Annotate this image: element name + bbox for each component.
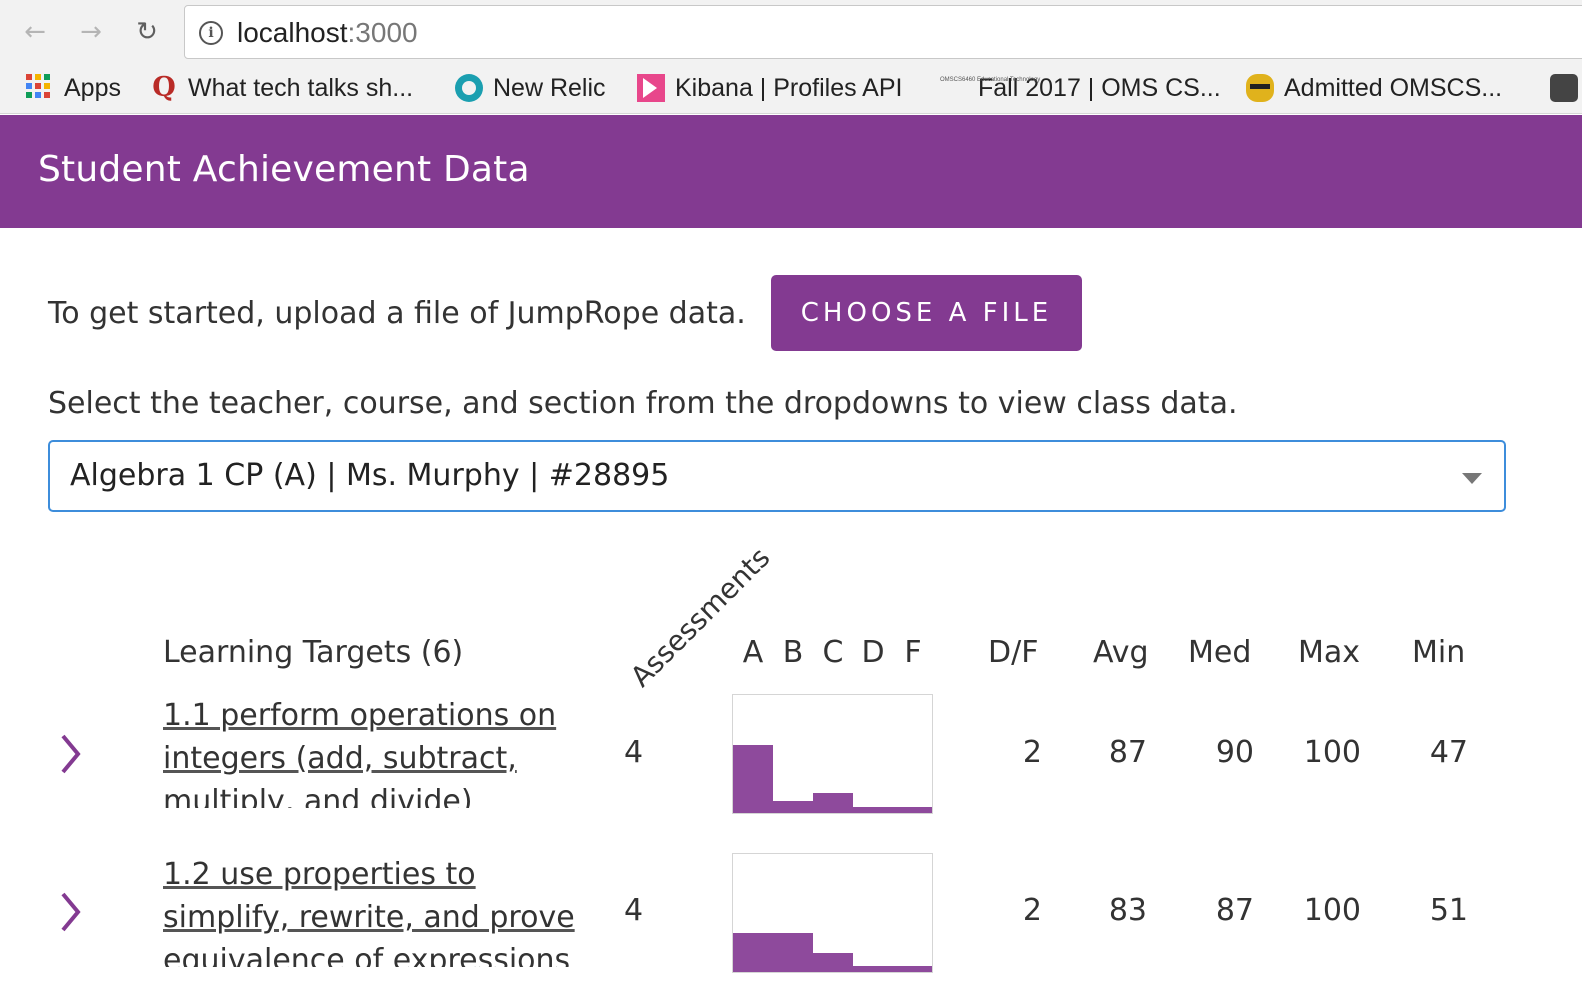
omscs-icon: OMSCS6460 Educational Technology [940,77,1041,83]
assessments-header: Assessments [624,540,777,694]
bookmark-label: New Relic [493,73,606,102]
min-score: 51 [1429,893,1468,928]
median-score: 90 [1215,735,1254,770]
bookmark-label: Admitted OMSCS... [1284,73,1503,102]
df-count: 2 [1022,893,1042,928]
df-count: 2 [1022,735,1042,770]
grade-c-header: C [822,635,844,670]
avg-score: 83 [1108,893,1147,928]
histogram-bar-f [893,966,932,972]
min-score: 47 [1429,735,1468,770]
grade-b-header: B [782,635,804,670]
df-header: D/F [988,635,1039,670]
median-score: 87 [1215,893,1254,928]
learning-targets-header: Learning Targets (6) [163,635,464,670]
learning-target-link[interactable]: 1.1 perform operations on integers (add,… [163,694,603,808]
section-select-value: Algebra 1 CP (A) | Ms. Murphy | #28895 [70,458,670,493]
grade-a-header: A [742,635,764,670]
histogram-bar-b [773,801,813,813]
back-arrow-icon[interactable]: ← [18,14,52,50]
select-instructions: Select the teacher, course, and section … [48,386,1238,421]
chevron-down-icon [1462,473,1482,484]
grade-histogram [732,694,933,814]
assessment-count: 4 [624,735,644,770]
min-header: Min [1412,635,1466,670]
learning-target-link[interactable]: 1.2 use properties to simplify, rewrite,… [163,853,603,967]
bookmark-label: Apps [64,73,121,102]
app-header: Student Achievement Data [0,115,1582,228]
apps-grid-icon [26,74,54,102]
expand-chevron-icon[interactable] [58,890,84,934]
histogram-bar-c [813,793,853,813]
upload-instructions: To get started, upload a file of JumpRop… [48,296,746,331]
histogram-bar-d [853,966,893,972]
grade-f-header: F [904,635,922,670]
max-score: 100 [1303,735,1361,770]
grade-histogram [732,853,933,973]
expand-chevron-icon[interactable] [58,732,84,776]
address-bar[interactable]: i localhost:3000 [184,5,1582,59]
avg-score: 87 [1108,735,1147,770]
assessment-count: 4 [624,893,644,928]
url-text[interactable]: localhost:3000 [237,17,418,49]
new-relic-icon [455,74,483,102]
bookmark-admitted-omscs[interactable]: Admitted OMSCS... [1246,70,1502,106]
avg-header: Avg [1093,635,1149,670]
browser-chrome: ← → ↻ i localhost:3000 Apps Q What tech … [0,0,1582,114]
histogram-bar-a [733,745,773,813]
section-select[interactable]: Algebra 1 CP (A) | Ms. Murphy | #28895 [48,440,1506,512]
histogram-bar-d [853,807,893,813]
bookmark-label: What tech talks sh... [188,73,414,102]
bookmark-kibana[interactable]: Kibana | Profiles API [637,70,902,106]
bookmark-overflow[interactable] [1550,70,1582,106]
url-host: localhost [237,17,348,48]
med-header: Med [1188,635,1252,670]
site-info-icon[interactable]: i [199,21,223,45]
histogram-bar-b [773,933,813,972]
histogram-bar-f [893,807,932,813]
url-port: :3000 [347,17,418,48]
forward-arrow-icon[interactable]: → [74,14,108,50]
bookmark-apps[interactable]: Apps [26,70,121,106]
kibana-icon [637,74,665,102]
bookmarks-bar: Apps Q What tech talks sh... New Relic K… [0,66,1582,110]
max-header: Max [1298,635,1361,670]
reload-icon[interactable]: ↻ [130,14,164,50]
app-title: Student Achievement Data [38,149,530,190]
choose-file-button[interactable]: CHOOSE A FILE [771,275,1082,351]
github-icon [1550,74,1578,102]
grade-d-header: D [861,635,885,670]
bookmark-new-relic[interactable]: New Relic [455,70,606,106]
histogram-bar-c [813,953,853,972]
max-score: 100 [1303,893,1361,928]
bookmark-omscs[interactable]: OMSCS6460 Educational Technology Fall 20… [940,70,1221,106]
bookmark-quora[interactable]: Q What tech talks sh... [150,70,413,106]
yellow-jacket-icon [1246,74,1274,102]
quora-icon: Q [152,72,176,103]
bookmark-label: Kibana | Profiles API [675,73,903,102]
histogram-bar-a [733,933,773,972]
